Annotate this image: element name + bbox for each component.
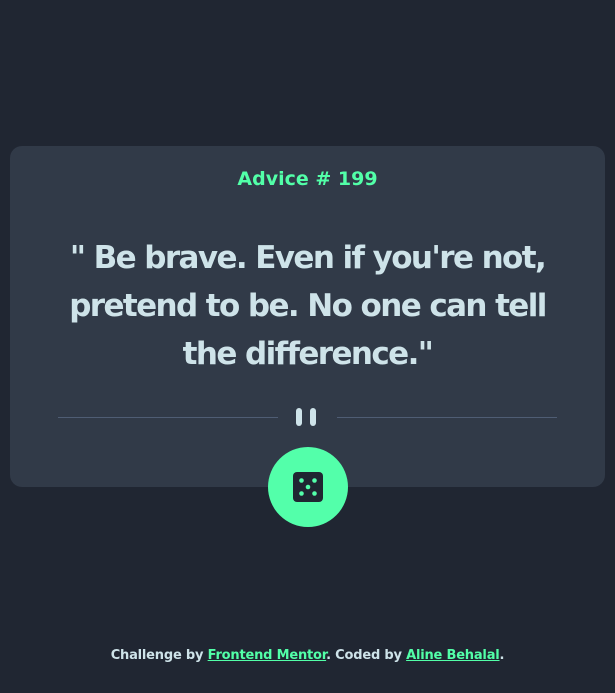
divider-line-right xyxy=(337,417,557,418)
pause-bar-left xyxy=(296,408,302,426)
pause-bar-right xyxy=(310,408,316,426)
divider-line-left xyxy=(58,417,278,418)
advice-quote: " Be brave. Even if you're not, pretend … xyxy=(69,240,547,372)
pause-icon xyxy=(296,408,318,426)
attribution: Challenge by Frontend Mentor. Coded by A… xyxy=(0,648,615,663)
advice-id-label: Advice # 199 xyxy=(237,168,378,190)
coded-prefix: . Coded by xyxy=(326,648,402,663)
new-advice-button[interactable] xyxy=(268,447,348,527)
author-link[interactable]: Aline Behalal xyxy=(406,648,500,663)
advice-card: Advice # 199 " Be brave. Even if you're … xyxy=(10,146,605,487)
frontend-mentor-link[interactable]: Frontend Mentor xyxy=(208,648,327,663)
dice-icon xyxy=(293,472,323,502)
footer-suffix: . xyxy=(499,648,505,663)
challenge-prefix: Challenge by xyxy=(110,648,204,663)
